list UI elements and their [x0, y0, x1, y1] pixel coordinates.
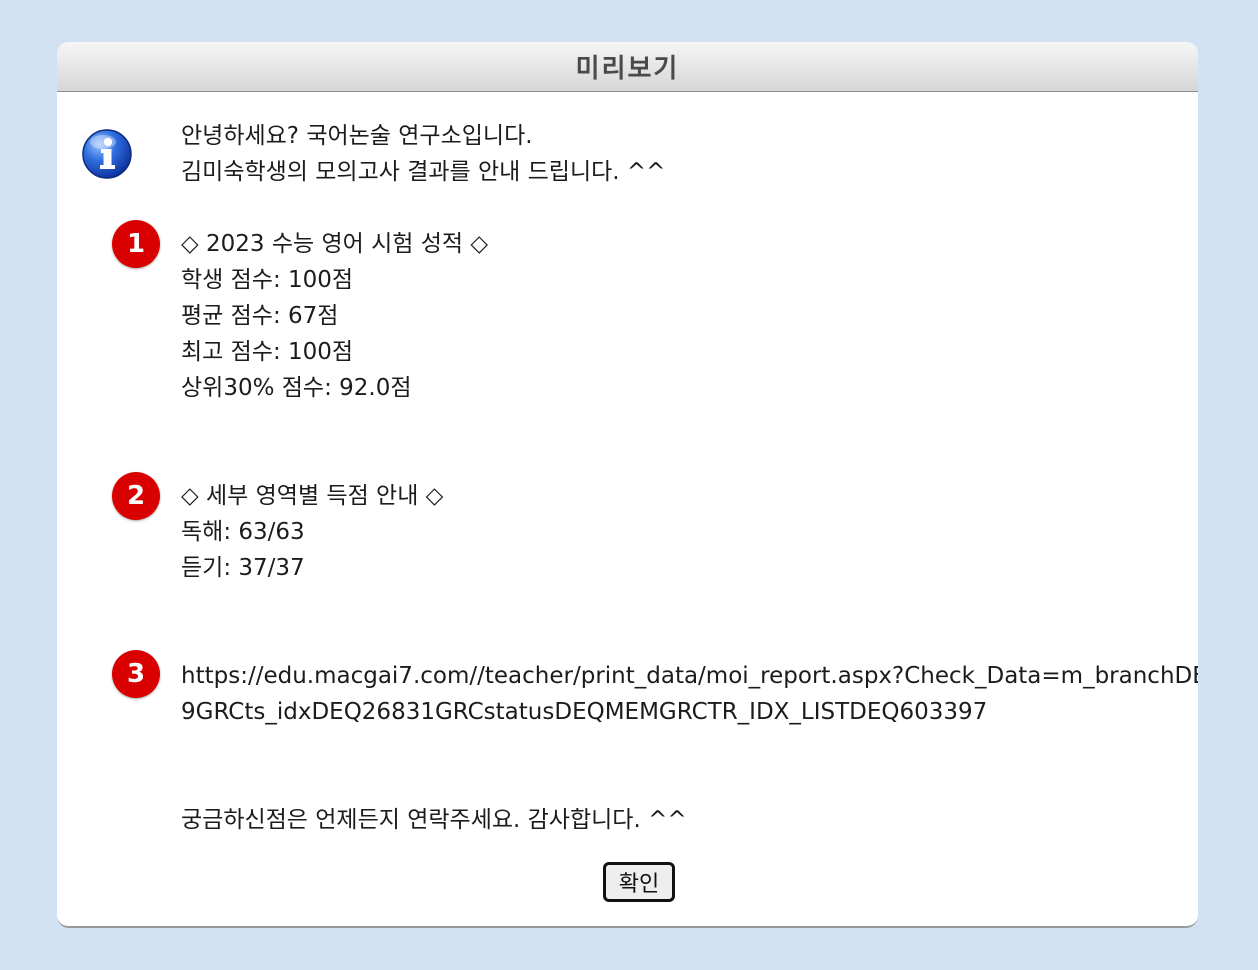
top-score: 최고 점수: 100점	[181, 339, 354, 365]
section-1-badge: 1	[112, 220, 160, 268]
intro-line-greeting: 안녕하세요? 국어논술 연구소입니다.	[181, 123, 533, 149]
exam-score-section: ◇ 2023 수능 영어 시험 성적 ◇ 학생 점수: 100점 평균 점수: …	[181, 226, 488, 406]
info-icon	[82, 129, 132, 179]
average-score: 평균 점수: 67점	[181, 303, 339, 329]
report-url-line-2: 9GRCts_idxDEQ26831GRCstatusDEQMEMGRCTR_I…	[181, 699, 988, 725]
intro-line-notice: 김미숙학생의 모의고사 결과를 안내 드립니다. ^^	[181, 159, 666, 185]
top30-score: 상위30% 점수: 92.0점	[181, 375, 412, 401]
reading-score: 독해: 63/63	[181, 519, 305, 545]
area-score-heading: ◇ 세부 영역별 득점 안내 ◇	[181, 483, 444, 509]
listening-score: 듣기: 37/37	[181, 555, 305, 581]
intro-message: 안녕하세요? 국어논술 연구소입니다. 김미숙학생의 모의고사 결과를 안내 드…	[181, 118, 665, 190]
section-3-badge: 3	[112, 650, 160, 698]
dialog-title: 미리보기	[57, 42, 1198, 92]
ok-button[interactable]: 확인	[603, 862, 675, 902]
report-link-section: https://edu.macgai7.com//teacher/print_d…	[181, 658, 1198, 730]
section-2-badge: 2	[112, 472, 160, 520]
area-score-section: ◇ 세부 영역별 득점 안내 ◇ 독해: 63/63 듣기: 37/37	[181, 478, 443, 586]
exam-score-heading: ◇ 2023 수능 영어 시험 성적 ◇	[181, 231, 489, 257]
preview-dialog: 미리보기 안녕하세요? 국어논술 연구소입니다. 김미숙학생의 모의고사 결과를…	[57, 42, 1198, 928]
closing-message: 궁금하신점은 언제든지 연락주세요. 감사합니다. ^^	[181, 807, 687, 833]
student-score: 학생 점수: 100점	[181, 267, 354, 293]
report-url-line-1: https://edu.macgai7.com//teacher/print_d…	[181, 663, 1198, 689]
